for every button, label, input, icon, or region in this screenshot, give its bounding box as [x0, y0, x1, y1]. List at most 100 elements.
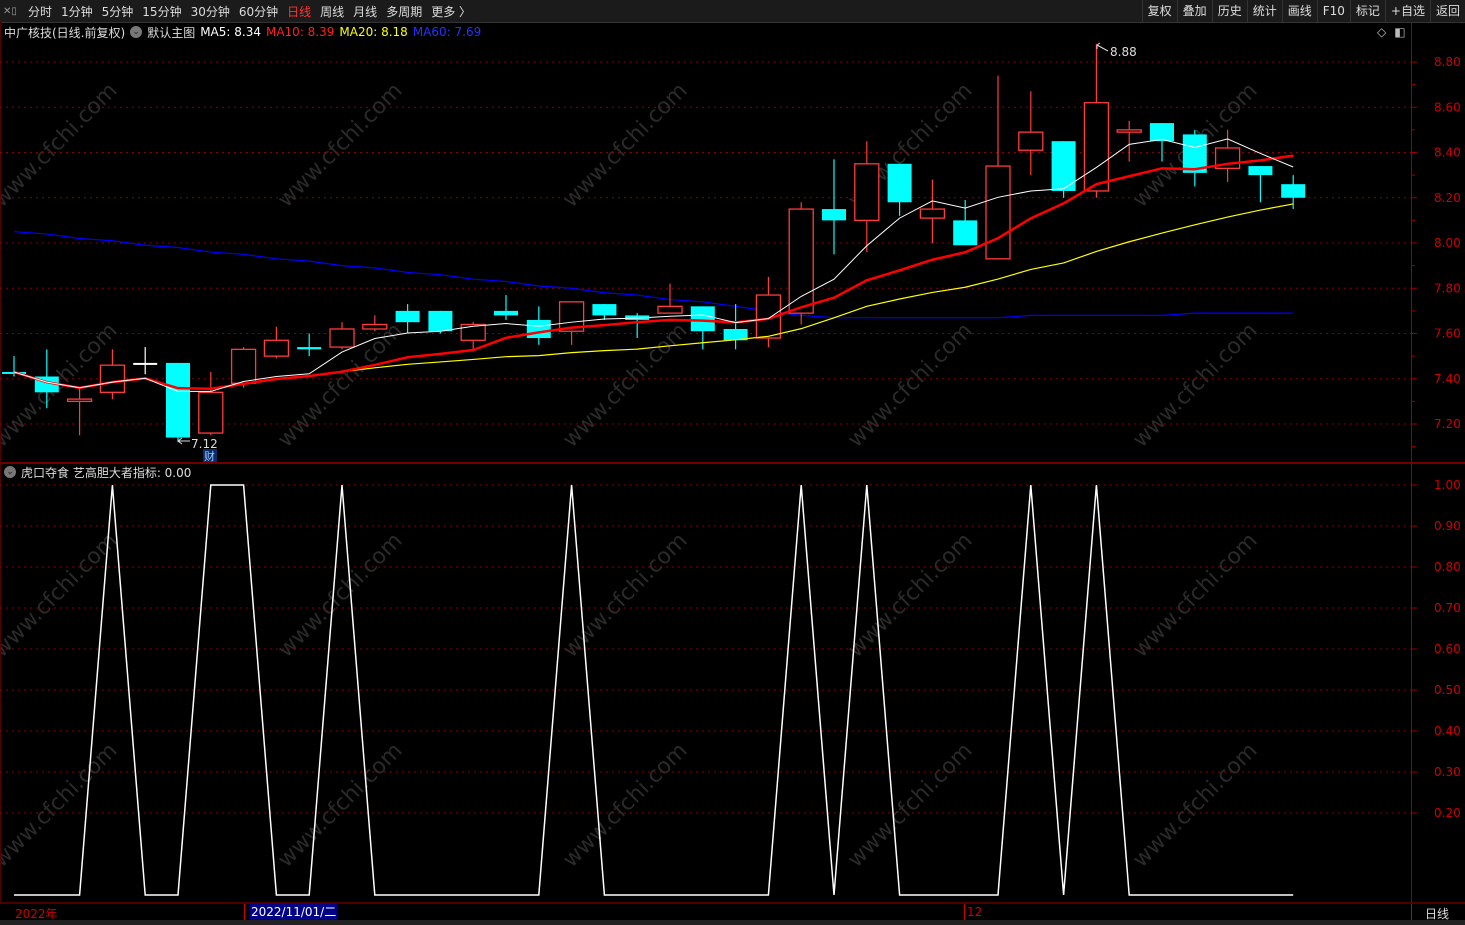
indicator-axis-label: 0.90 — [1434, 519, 1461, 533]
indicator-title: 虎口夺食 艺高胆大者指标: 0.00 — [21, 465, 192, 480]
candle — [362, 315, 388, 332]
axis-divider — [1411, 904, 1412, 920]
candle-body — [1248, 166, 1273, 176]
candle-body — [953, 220, 978, 246]
stock-title: 中广核技(日线.前复权) — [4, 25, 126, 40]
candle-body — [1150, 123, 1174, 142]
watermark: www.cfchi.com — [1128, 738, 1262, 872]
panel-toggle-icon[interactable]: ◧ — [1394, 25, 1405, 39]
watermark: www.cfchi.com — [558, 528, 692, 662]
candle-body — [494, 310, 518, 316]
watermark: www.cfchi.com — [0, 738, 123, 872]
candle-body — [230, 348, 257, 384]
price-axis-label: 7.80 — [1434, 281, 1461, 295]
candle — [329, 322, 355, 350]
chevron-down-icon[interactable]: ⌄ — [4, 466, 16, 478]
candle-body — [887, 163, 912, 203]
indicator-axis-label: 0.70 — [1434, 601, 1461, 615]
watermark: www.cfchi.com — [558, 738, 692, 872]
candle — [822, 159, 846, 255]
candle — [198, 371, 224, 436]
price-axis-label: 7.40 — [1434, 372, 1461, 386]
candle — [166, 362, 190, 443]
indicator-axis-label: 0.80 — [1434, 560, 1461, 574]
kline-chart[interactable]: www.cfchi.com www.cfchi.com www.cfchi.com w… — [0, 0, 1465, 925]
finance-badge: 财 — [204, 449, 215, 463]
chevron-down-icon[interactable]: ⌄ — [130, 26, 143, 38]
indicator-axis-label: 0.60 — [1434, 642, 1461, 656]
ma10-value: MA10: 8.39 — [265, 25, 335, 39]
candle-body — [919, 208, 946, 219]
low-price-label: 7.12 — [191, 437, 218, 451]
price-axis-label: 8.60 — [1434, 100, 1461, 114]
candle-body — [690, 306, 715, 332]
candle — [1116, 120, 1142, 162]
date-axis: 2022年 2022/11/01/二 12 日线 — [0, 904, 1465, 921]
candle — [854, 141, 880, 253]
candle-body — [362, 323, 388, 330]
watermark: www.cfchi.com — [273, 78, 407, 212]
candle-body — [1018, 131, 1044, 151]
candle — [887, 163, 912, 216]
cursor-date: 2022/11/01/二 — [250, 904, 338, 920]
arrow-icon — [1096, 42, 1109, 52]
candle — [99, 349, 126, 400]
watermark: www.cfchi.com — [0, 78, 123, 212]
candle-body — [1116, 129, 1142, 133]
ma60-value: MA60: 7.69 — [412, 25, 482, 39]
ma60-line — [13, 231, 1294, 319]
indicator-axis-label: 0.20 — [1434, 806, 1461, 820]
candle-body — [198, 391, 224, 434]
price-axis-label: 8.20 — [1434, 191, 1461, 205]
chart-tools: ◇ ◧ — [1377, 25, 1406, 39]
indicator-header: ⌄ 虎口夺食 艺高胆大者指标: 0.00 — [4, 464, 191, 480]
price-axis-label: 8.80 — [1434, 55, 1461, 69]
candle-body — [329, 328, 355, 348]
price-axis-label: 7.20 — [1434, 417, 1461, 431]
date-tick — [244, 904, 245, 920]
candle-body — [99, 364, 126, 393]
candle-body — [395, 310, 420, 323]
candle-body — [788, 208, 814, 314]
price-axis-label: 7.60 — [1434, 327, 1461, 341]
candle-body — [526, 319, 551, 339]
date-tick — [964, 904, 965, 920]
indicator-axis-label: 0.40 — [1434, 724, 1461, 738]
candle-body — [428, 310, 453, 332]
watermark: www.cfchi.com — [843, 318, 977, 452]
candle-body — [592, 304, 617, 316]
arrow-icon — [177, 437, 190, 445]
candle-body — [854, 163, 880, 222]
candle — [919, 179, 946, 243]
candle-body — [460, 323, 486, 341]
candle — [1083, 43, 1110, 198]
indicator-axis-label: 0.30 — [1434, 765, 1461, 779]
candle-body — [133, 362, 158, 365]
candle — [985, 75, 1011, 260]
candle-body — [985, 165, 1011, 260]
candle — [263, 326, 290, 359]
watermark: www.cfchi.com — [273, 528, 407, 662]
candle-body — [822, 209, 846, 221]
candle-body — [263, 339, 290, 357]
candle — [1248, 166, 1273, 203]
candle — [723, 304, 748, 350]
diamond-icon[interactable]: ◇ — [1377, 25, 1386, 39]
watermark: www.cfchi.com — [273, 738, 407, 872]
month-label: 12 — [967, 905, 983, 919]
ma5-value: MA5: 8.34 — [200, 25, 261, 39]
candle — [625, 313, 650, 339]
candle-body — [166, 362, 190, 438]
indicator-axis-label: 1.00 — [1434, 478, 1461, 492]
candle-body — [1083, 102, 1110, 192]
template-selector[interactable]: 默认主图 — [147, 24, 195, 41]
candle — [1182, 129, 1207, 187]
price-axis-label: 8.00 — [1434, 236, 1461, 250]
candle-body — [66, 398, 93, 403]
watermark: www.cfchi.com — [1128, 528, 1262, 662]
candle — [1018, 91, 1044, 176]
watermark: www.cfchi.com — [558, 78, 692, 212]
watermark: www.cfchi.com — [843, 528, 977, 662]
candle — [494, 295, 518, 320]
main-chart-header: 中广核技(日线.前复权) ⌄ 默认主图 MA5: 8.34 MA10: 8.39… — [4, 24, 481, 40]
